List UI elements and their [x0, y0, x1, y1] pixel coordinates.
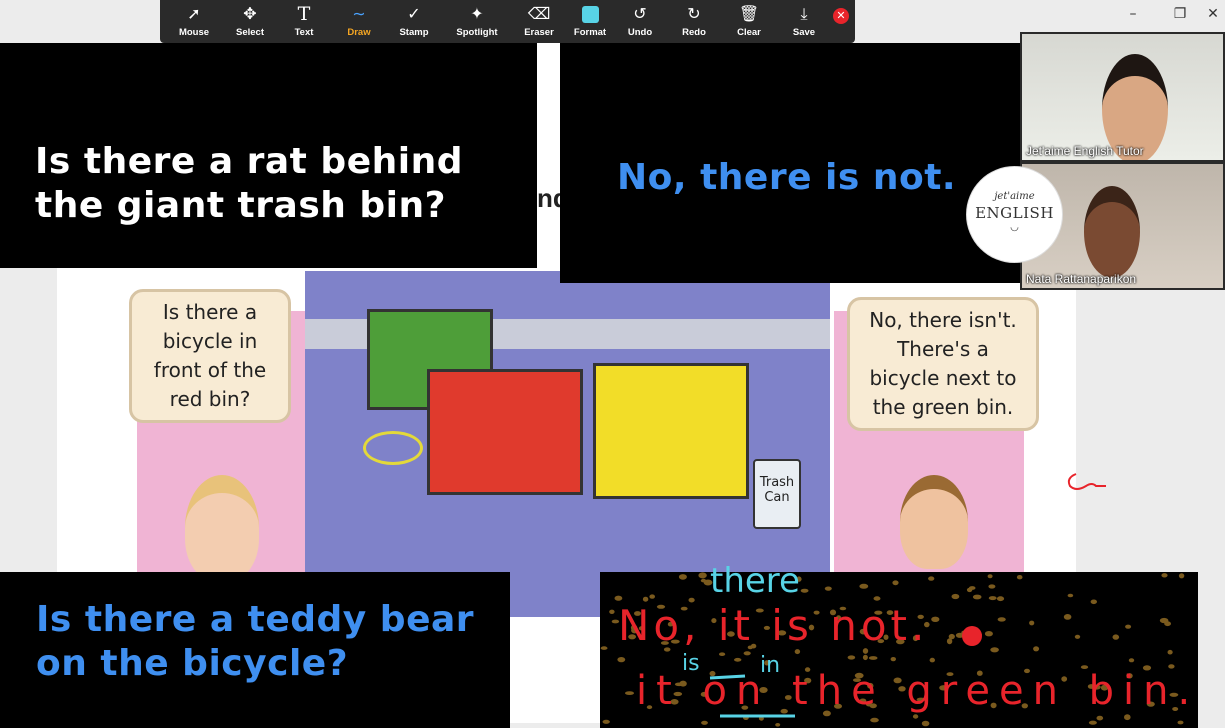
tool-redo[interactable]: ↻ Redo — [664, 4, 724, 40]
ink-scribble-mark — [1067, 473, 1106, 490]
student-face — [1084, 186, 1140, 278]
tool-label: Text — [294, 27, 314, 38]
close-toolbar-icon[interactable]: ✕ — [833, 8, 849, 24]
undo-icon: ↺ — [633, 4, 647, 23]
tool-label: Redo — [682, 27, 706, 38]
question-1-line-2: the giant trash bin? — [35, 185, 447, 226]
logo-script: jet'aime — [994, 191, 1035, 202]
jetaime-english-logo: jet'aime ENGLISH ◡ — [967, 167, 1062, 262]
answer-1: No, there is not. — [617, 157, 957, 198]
tool-select[interactable]: ✥ Select — [220, 4, 280, 40]
speech-bubble-question: Is there a bicycle in front of the red b… — [129, 289, 291, 423]
bubble-line: front of the — [153, 358, 267, 382]
ink-line-2: it on the green bin. — [636, 668, 1199, 714]
tool-label: Stamp — [399, 27, 429, 38]
bicycle-illustration — [363, 431, 423, 465]
question-2-line-2: on the bicycle? — [36, 643, 349, 684]
question-panel-2: Is there a teddy bear on the bicycle? — [0, 572, 510, 728]
tool-spotlight[interactable]: ✦ Spotlight — [447, 4, 507, 40]
question-2-line-1: Is there a teddy bear — [36, 599, 475, 640]
trash-can: Trash Can — [753, 459, 801, 529]
answer-panel-1: No, there is not. — [560, 43, 1020, 283]
tool-save[interactable]: ⤓ Save — [774, 4, 834, 40]
participant-name: Jet'aime English Tutor — [1026, 144, 1144, 158]
annotation-toolbar: ➚ Mouse ✥ Select T Text ∼ Draw ✓ Stamp ✦ Spotl… — [160, 0, 855, 43]
ink-line-1: No, it is not. — [618, 601, 928, 650]
minimize-icon[interactable]: – — [1123, 4, 1143, 24]
bubble-line: bicycle next to — [869, 366, 1017, 390]
tool-text[interactable]: T Text — [274, 4, 334, 40]
question-panel-1: Is there a rat behind the giant trash bi… — [0, 43, 537, 268]
tool-label: Mouse — [178, 27, 210, 38]
bubble-line: Is there a — [162, 300, 258, 324]
trash-can-label: Trash — [759, 475, 795, 490]
tool-undo[interactable]: ↺ Undo — [610, 4, 670, 40]
tool-clear[interactable]: 🗑 Clear — [719, 4, 779, 40]
restore-icon[interactable]: ❐ — [1170, 4, 1190, 24]
redo-icon: ↻ — [687, 4, 701, 23]
stamp-icon: ✓ — [407, 4, 421, 23]
question-1-line-1: Is there a rat behind — [35, 141, 463, 182]
tool-draw[interactable]: ∼ Draw — [329, 4, 389, 40]
red-bin — [427, 369, 583, 495]
participant-name: Nata Rattanaparikon — [1026, 272, 1137, 286]
yellow-bin — [593, 363, 749, 499]
tool-mouse[interactable]: ➚ Mouse — [164, 4, 224, 40]
trash-icon: 🗑 — [738, 4, 760, 23]
bubble-line: red bin? — [169, 387, 251, 411]
ink-insert-there: there — [710, 561, 800, 601]
tool-label: Draw — [347, 27, 371, 38]
spotlight-icon: ✦ — [470, 4, 484, 23]
bubble-line: the green bin. — [872, 395, 1014, 419]
tool-label: Clear — [737, 27, 761, 38]
ink-strike-line — [709, 674, 746, 680]
handwriting-annotations: there No, it is not. is in it on the gre… — [618, 561, 1199, 718]
window-titlebar: – ❐ ✕ — [855, 0, 1225, 28]
tool-label: Spotlight — [456, 27, 498, 38]
trash-can-label: Can — [764, 490, 790, 505]
bubble-line: There's a — [897, 337, 989, 361]
mouse-icon: ➚ — [187, 4, 201, 23]
speech-bubble-answer: No, there isn't. There's a bicycle next … — [847, 297, 1039, 431]
close-window-icon[interactable]: ✕ — [1203, 4, 1223, 24]
save-icon: ⤓ — [800, 4, 808, 23]
logo-smile-icon: ◡ — [1010, 222, 1019, 233]
logo-wordmark: ENGLISH — [975, 204, 1054, 222]
tool-label: Save — [792, 27, 816, 38]
bubble-line: No, there isn't. — [869, 308, 1017, 332]
tool-stamp[interactable]: ✓ Stamp — [384, 4, 444, 40]
draw-icon: ∼ — [352, 4, 366, 23]
bubble-line: bicycle in — [162, 329, 258, 353]
tool-label: Undo — [627, 27, 653, 38]
ink-red-blot — [962, 626, 982, 646]
tool-label: Select — [236, 27, 264, 38]
girl-illustration — [185, 475, 259, 581]
video-tile-tutor[interactable]: Jet'aime English Tutor — [1020, 32, 1225, 162]
select-icon: ✥ — [243, 4, 257, 23]
text-icon: T — [297, 3, 311, 25]
